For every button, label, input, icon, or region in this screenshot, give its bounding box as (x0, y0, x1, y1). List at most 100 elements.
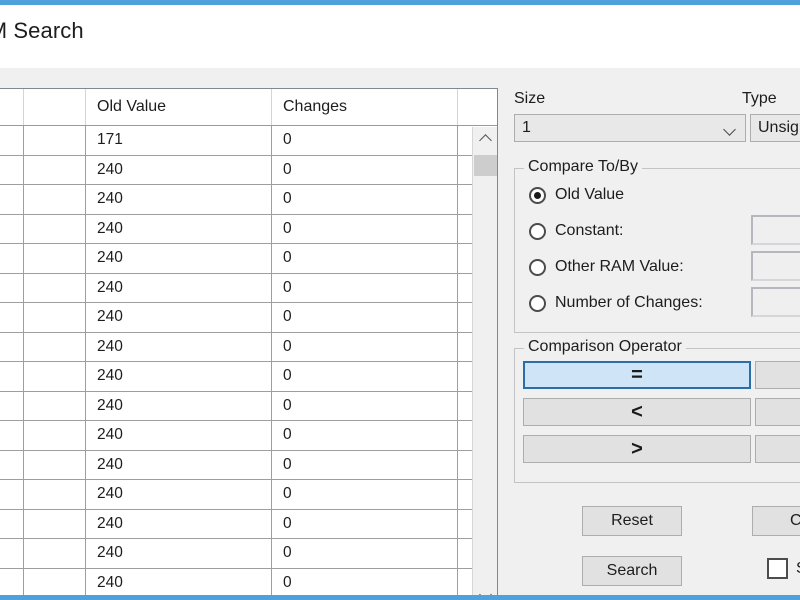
cell-old-value: 240 (86, 362, 272, 391)
cell-address (0, 480, 24, 509)
size-dropdown-value: 1 (522, 119, 531, 137)
radio-button-icon[interactable] (529, 295, 546, 312)
cell-old-value: 240 (86, 421, 272, 450)
cell-old-value: 240 (86, 539, 272, 568)
table-row[interactable]: 2400 (0, 392, 497, 422)
table-row[interactable]: 2400 (0, 362, 497, 392)
cell-changes: 0 (272, 126, 458, 155)
cell-address (0, 362, 24, 391)
cell-changes: 0 (272, 362, 458, 391)
radio-option-1[interactable]: Constant: (529, 219, 623, 243)
type-dropdown[interactable]: Unsign (750, 114, 800, 142)
reset-button[interactable]: Reset (582, 506, 682, 536)
cell-changes: 0 (272, 215, 458, 244)
operator-button-left-0[interactable]: = (523, 361, 751, 389)
cell-old-value: 240 (86, 510, 272, 539)
cell-old-value: 171 (86, 126, 272, 155)
cell-value (24, 451, 86, 480)
listview-header: Old Value Changes (0, 89, 497, 126)
radio-option-label: Number of Changes: (555, 294, 703, 312)
type-dropdown-value: Unsign (758, 119, 800, 137)
listview-vertical-scrollbar[interactable] (472, 127, 497, 600)
cell-changes: 0 (272, 569, 458, 598)
cell-changes: 0 (272, 392, 458, 421)
operator-button-right-1[interactable] (755, 398, 800, 426)
cell-address (0, 156, 24, 185)
auto-search-checkbox-row[interactable]: S (767, 558, 800, 579)
cell-changes: 0 (272, 156, 458, 185)
cell-address (0, 274, 24, 303)
table-row[interactable]: 1710 (0, 126, 497, 156)
cell-value (24, 303, 86, 332)
table-row[interactable]: 2400 (0, 421, 497, 451)
ram-results-listview[interactable]: Old Value Changes 1710240024002400240024… (0, 88, 498, 600)
chevron-down-icon (725, 125, 736, 136)
compare-value-input-1[interactable] (751, 215, 800, 245)
cell-changes: 0 (272, 510, 458, 539)
radio-button-icon[interactable] (529, 259, 546, 276)
scrollbar-thumb[interactable] (474, 155, 497, 176)
table-row[interactable]: 2400 (0, 333, 497, 363)
cell-changes: 0 (272, 274, 458, 303)
chevron-up-icon[interactable] (473, 127, 498, 152)
table-row[interactable]: 2400 (0, 539, 497, 569)
cell-old-value: 240 (86, 215, 272, 244)
radio-button-icon[interactable] (529, 223, 546, 240)
table-row[interactable]: 2400 (0, 185, 497, 215)
cell-old-value: 240 (86, 156, 272, 185)
column-header-address[interactable] (0, 89, 24, 125)
cell-value (24, 274, 86, 303)
table-row[interactable]: 2400 (0, 244, 497, 274)
operator-button-left-1[interactable]: < (523, 398, 751, 426)
search-button[interactable]: Search (582, 556, 682, 586)
cell-value (24, 244, 86, 273)
operator-button-right-0[interactable] (755, 361, 800, 389)
cell-old-value: 240 (86, 569, 272, 598)
comparison-operator-group: Comparison Operator =<> (514, 348, 800, 483)
table-row[interactable]: 2400 (0, 569, 497, 599)
table-row[interactable]: 2400 (0, 274, 497, 304)
column-header-changes[interactable]: Changes (272, 89, 458, 125)
radio-option-3[interactable]: Number of Changes: (529, 291, 703, 315)
cell-changes: 0 (272, 480, 458, 509)
cell-old-value: 240 (86, 480, 272, 509)
cell-value (24, 156, 86, 185)
cell-changes: 0 (272, 421, 458, 450)
cell-old-value: 240 (86, 303, 272, 332)
operator-button-left-2[interactable]: > (523, 435, 751, 463)
table-row[interactable]: 2400 (0, 303, 497, 333)
operator-button-right-2[interactable] (755, 435, 800, 463)
column-header-value[interactable] (24, 89, 86, 125)
cell-old-value: 240 (86, 392, 272, 421)
cell-value (24, 539, 86, 568)
radio-option-label: Other RAM Value: (555, 258, 684, 276)
radio-option-2[interactable]: Other RAM Value: (529, 255, 684, 279)
table-row[interactable]: 2400 (0, 215, 497, 245)
cell-address (0, 244, 24, 273)
cell-address (0, 333, 24, 362)
compare-value-input-3[interactable] (751, 287, 800, 317)
clear-button[interactable]: Cle (752, 506, 800, 536)
table-row[interactable]: 2400 (0, 510, 497, 540)
column-header-old-value[interactable]: Old Value (86, 89, 272, 125)
table-row[interactable]: 2400 (0, 480, 497, 510)
cell-value (24, 510, 86, 539)
radio-option-0[interactable]: Old Value (529, 183, 624, 207)
auto-search-checkbox[interactable] (767, 558, 788, 579)
compare-value-input-2[interactable] (751, 251, 800, 281)
ram-search-window: RAM Search Old Value Changes 17102400240… (0, 0, 800, 600)
table-row[interactable]: 2400 (0, 156, 497, 186)
cell-address (0, 303, 24, 332)
cell-value (24, 126, 86, 155)
radio-button-icon[interactable] (529, 187, 546, 204)
cell-value (24, 215, 86, 244)
table-row[interactable]: 2400 (0, 451, 497, 481)
cell-address (0, 451, 24, 480)
cell-value (24, 569, 86, 598)
cell-address (0, 126, 24, 155)
comparison-operator-title: Comparison Operator (524, 338, 686, 356)
size-dropdown[interactable]: 1 (514, 114, 746, 142)
compare-to-by-group: Compare To/By Old ValueConstant:Other RA… (514, 168, 800, 333)
cell-changes: 0 (272, 244, 458, 273)
cell-old-value: 240 (86, 451, 272, 480)
